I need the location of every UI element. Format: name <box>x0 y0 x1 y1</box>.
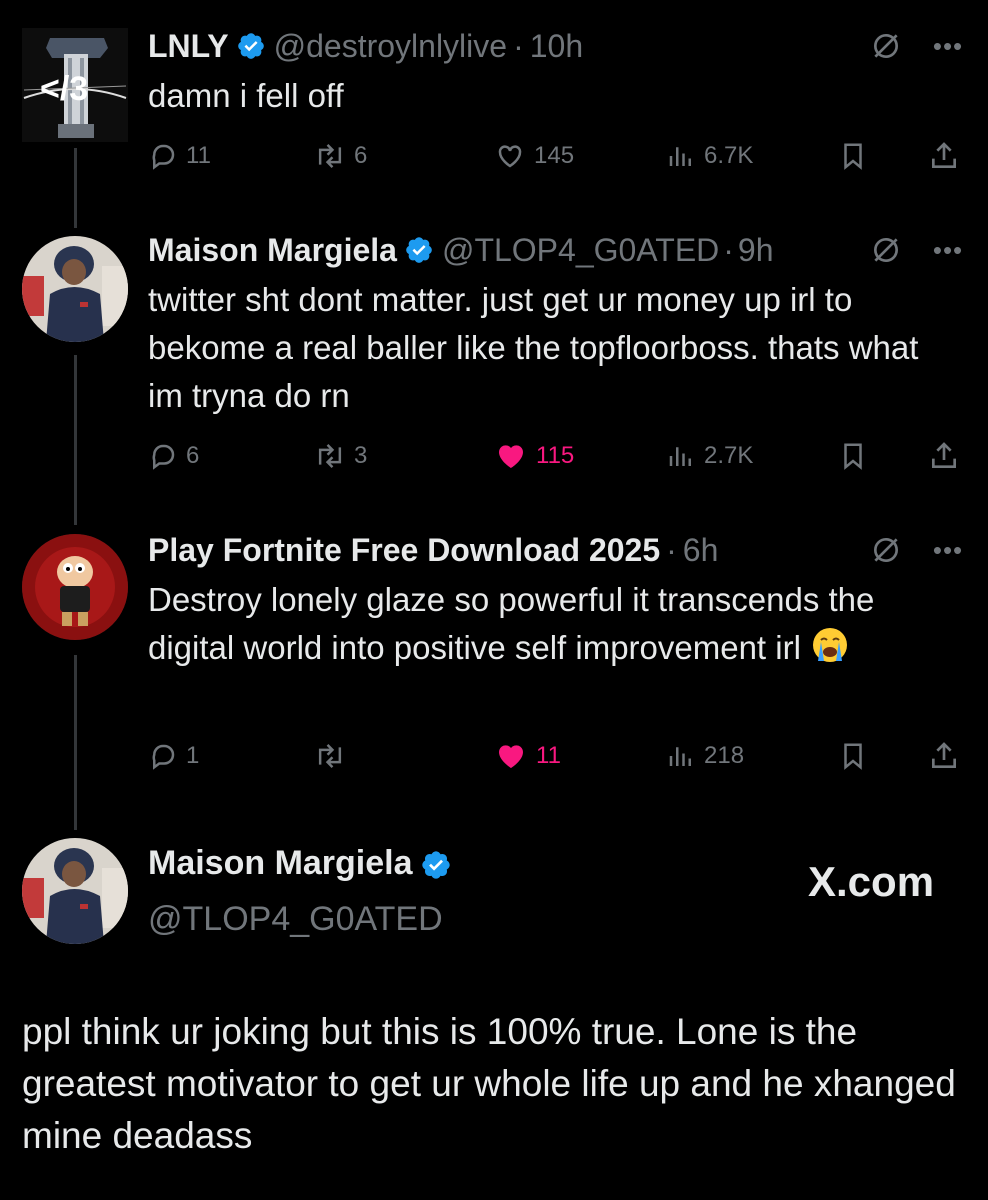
share-button[interactable] <box>928 136 960 176</box>
views-icon <box>669 747 691 766</box>
tweet-header: Play Fortnite Free Download 2025 · 6h <box>148 530 718 570</box>
bookmark-button[interactable] <box>838 436 868 476</box>
grok-icon[interactable] <box>868 230 904 270</box>
tweet-text: damn i fell off <box>148 77 344 114</box>
more-icon[interactable]: ••• <box>930 230 966 270</box>
views-count: 218 <box>704 742 745 769</box>
repost-button[interactable]: 6 <box>314 136 367 176</box>
reply-button[interactable]: 1 <box>148 736 199 776</box>
more-icon[interactable]: ••• <box>930 530 966 570</box>
avatar-image <box>22 236 128 342</box>
avatar-text: </3 <box>40 70 88 108</box>
bookmark-icon <box>844 443 862 470</box>
share-icon <box>932 442 956 468</box>
tweet-actions: 6 3 115 2.7K <box>148 436 968 476</box>
share-icon <box>932 742 956 768</box>
tweet-actions: 1 11 218 <box>148 736 968 776</box>
grok-icon[interactable] <box>868 530 904 570</box>
reply-count: 1 <box>186 742 200 769</box>
reply-count: 11 <box>186 142 211 169</box>
x-logo[interactable]: X.com <box>808 858 934 906</box>
reply-count: 6 <box>186 442 200 469</box>
like-button[interactable]: 115 <box>494 436 574 476</box>
timestamp[interactable]: 10h <box>530 28 583 65</box>
repost-count: 3 <box>354 442 368 469</box>
views-button[interactable]: 6.7K <box>666 136 753 176</box>
repost-icon <box>318 744 342 768</box>
tweet-text: twitter sht dont matter. just get ur mon… <box>148 281 919 414</box>
bookmark-icon <box>844 743 862 770</box>
timestamp[interactable]: 6h <box>683 532 719 569</box>
verified-icon <box>404 235 434 265</box>
reply-icon <box>152 744 175 770</box>
verified-icon <box>420 849 450 879</box>
avatar[interactable]: </3 <box>22 28 128 142</box>
tweet-header: Maison Margiela @TLOP4_G0ATED · 9h <box>148 230 774 270</box>
user-handle[interactable]: @TLOP4_G0ATED <box>148 900 443 939</box>
thread-line <box>74 655 77 830</box>
views-icon <box>669 147 691 166</box>
reply-button[interactable]: 6 <box>148 436 199 476</box>
like-icon <box>498 145 522 168</box>
tweet-actions: 11 6 145 6.7K <box>148 136 968 176</box>
like-button[interactable]: 11 <box>494 736 561 776</box>
avatar-image <box>22 838 128 944</box>
display-name[interactable]: Play Fortnite Free Download 2025 <box>148 532 660 569</box>
like-count: 115 <box>536 442 575 469</box>
share-button[interactable] <box>928 436 960 476</box>
author-row: Maison Margiela <box>148 844 458 883</box>
like-count: 145 <box>534 142 575 169</box>
avatar[interactable] <box>22 534 128 640</box>
display-name[interactable]: Maison Margiela <box>148 232 397 269</box>
views-count: 6.7K <box>704 142 754 169</box>
bookmark-button[interactable] <box>838 136 868 176</box>
reply-icon <box>152 144 175 170</box>
avatar[interactable] <box>22 236 128 342</box>
share-button[interactable] <box>928 736 960 776</box>
views-button[interactable]: 218 <box>666 736 744 776</box>
avatar-image <box>22 534 128 640</box>
separator-dot: · <box>723 231 734 268</box>
repost-button[interactable] <box>314 736 354 776</box>
repost-icon <box>318 444 342 468</box>
separator-dot: · <box>666 531 677 568</box>
bookmark-button[interactable] <box>838 736 868 776</box>
user-handle[interactable]: @TLOP4_G0ATED <box>442 232 719 269</box>
repost-icon <box>318 144 342 168</box>
tweet-text: Destroy lonely glaze so powerful it tran… <box>148 581 875 666</box>
like-icon <box>499 445 523 468</box>
views-count: 2.7K <box>704 442 754 469</box>
thread-line <box>74 355 77 525</box>
views-icon <box>669 447 691 466</box>
tweet-text-container: Destroy lonely glaze so powerful it tran… <box>148 576 938 672</box>
repost-count: 6 <box>354 142 368 169</box>
avatar[interactable] <box>22 838 128 944</box>
tweet-header: LNLY @destroylnlylive · 10h <box>148 26 583 66</box>
separator-dot: · <box>513 27 524 64</box>
like-icon <box>499 745 523 768</box>
timestamp[interactable]: 9h <box>738 232 774 269</box>
more-icon[interactable]: ••• <box>930 26 966 66</box>
reply-icon <box>152 444 175 470</box>
display-name[interactable]: LNLY <box>148 28 229 65</box>
bookmark-icon <box>844 143 862 170</box>
thread-line <box>74 148 77 228</box>
reply-button[interactable]: 11 <box>148 136 211 176</box>
views-button[interactable]: 2.7K <box>666 436 753 476</box>
avatar-image: </3 <box>22 28 128 142</box>
user-handle[interactable]: @destroylnlylive <box>274 28 507 65</box>
share-icon <box>932 142 956 168</box>
verified-icon <box>236 31 266 61</box>
like-button[interactable]: 145 <box>494 136 574 176</box>
loudly-crying-face-icon <box>810 625 850 665</box>
repost-button[interactable]: 3 <box>314 436 367 476</box>
like-count: 11 <box>536 742 561 769</box>
display-name[interactable]: Maison Margiela <box>148 844 413 883</box>
grok-icon[interactable] <box>868 26 904 66</box>
main-tweet-text: ppl think ur joking but this is 100% tru… <box>22 1011 956 1156</box>
